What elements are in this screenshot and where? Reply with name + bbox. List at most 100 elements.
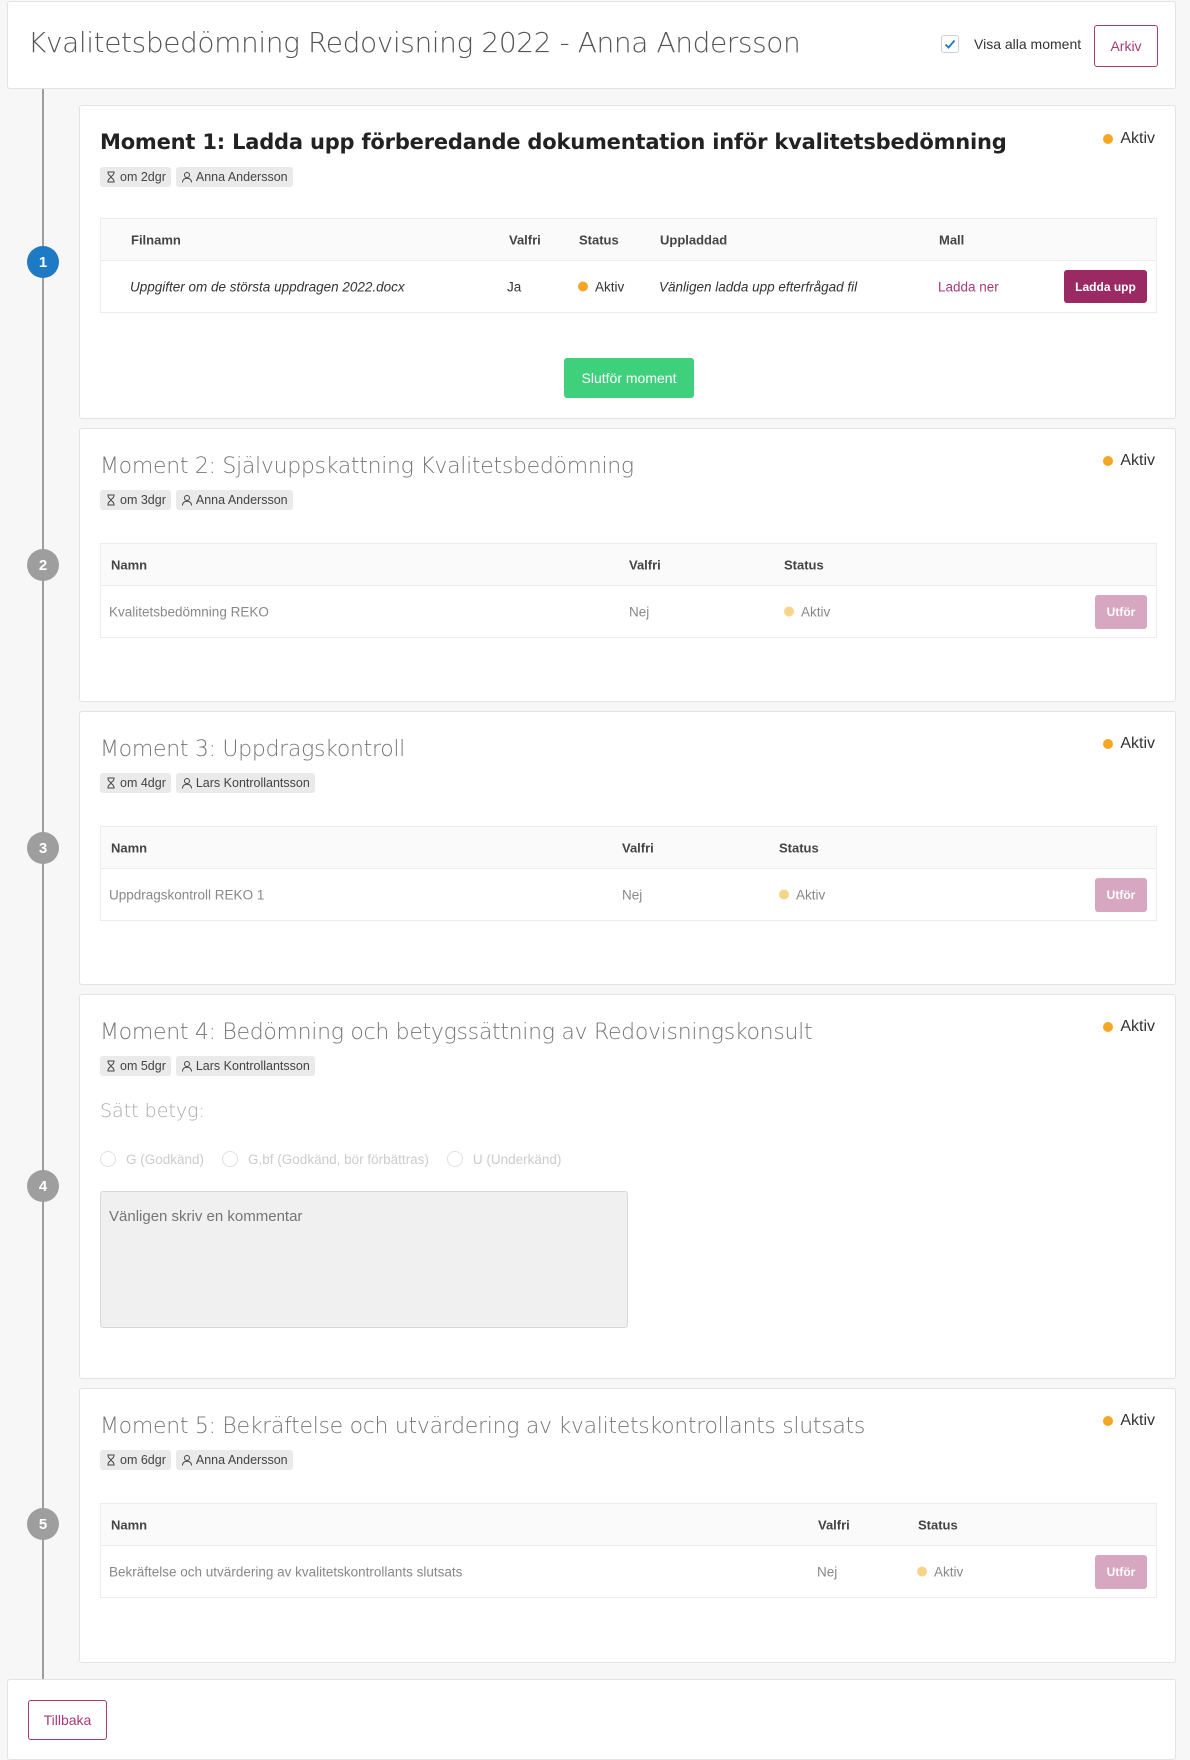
download-template-link[interactable]: Ladda ner bbox=[938, 279, 999, 294]
col-optional: Valfri bbox=[509, 232, 541, 247]
page-title: Kvalitetsbedömning Redovisning 2022 - An… bbox=[28, 26, 801, 59]
show-all-toggle[interactable]: Visa alla moment bbox=[941, 35, 1081, 53]
comment-textarea[interactable] bbox=[100, 1191, 628, 1328]
user-icon bbox=[181, 495, 192, 506]
status-dot-icon bbox=[917, 1566, 927, 1577]
moment-5-status: Aktiv bbox=[1103, 1412, 1155, 1430]
task-optional: Nej bbox=[629, 604, 650, 619]
grade-option-u[interactable]: U (Underkänd) bbox=[446, 1151, 562, 1167]
checkmark-icon bbox=[944, 39, 956, 49]
table-row: Uppdragskontroll REKO 1 Nej Aktiv Utför bbox=[101, 869, 1156, 920]
moment-3-meta: om 4dgr Lars Kontrollantsson bbox=[100, 773, 315, 793]
hourglass-icon bbox=[107, 777, 115, 789]
moment-1-card: Moment 1: Ladda upp förberedande dokumen… bbox=[79, 105, 1176, 419]
col-optional: Valfri bbox=[818, 1517, 850, 1532]
moment-2-status-label: Aktiv bbox=[1120, 452, 1155, 469]
due-text: om 2dgr bbox=[120, 170, 166, 184]
grade-label: Sätt betyg: bbox=[100, 1100, 205, 1122]
grade-option-label: U (Underkänd) bbox=[472, 1151, 562, 1167]
moment-3-status-label: Aktiv bbox=[1120, 735, 1155, 752]
table-header: Namn Valfri Status bbox=[101, 544, 1156, 586]
status-dot-icon bbox=[1103, 134, 1114, 144]
status-dot-icon bbox=[784, 606, 794, 617]
due-text: om 5dgr bbox=[120, 1059, 166, 1073]
due-text: om 3dgr bbox=[120, 493, 166, 507]
col-optional: Valfri bbox=[622, 840, 654, 855]
hourglass-icon bbox=[107, 1060, 115, 1072]
step-2-indicator: 2 bbox=[27, 549, 59, 581]
grade-radio[interactable] bbox=[222, 1151, 239, 1167]
table-header: Namn Valfri Status bbox=[101, 827, 1156, 869]
step-3-indicator: 3 bbox=[27, 832, 59, 864]
moment-1-status: Aktiv bbox=[1103, 130, 1155, 148]
moment-3-status: Aktiv bbox=[1103, 735, 1155, 753]
col-name: Namn bbox=[111, 840, 148, 855]
user-icon bbox=[181, 172, 192, 183]
moment-4-status: Aktiv bbox=[1103, 1018, 1155, 1036]
perform-button[interactable]: Utför bbox=[1095, 1555, 1147, 1589]
due-chip: om 6dgr bbox=[100, 1450, 171, 1470]
upload-button[interactable]: Ladda upp bbox=[1064, 270, 1147, 303]
user-icon bbox=[181, 778, 192, 789]
col-uploaded: Uppladdad bbox=[660, 232, 728, 247]
assignee-chip: Anna Andersson bbox=[175, 490, 293, 510]
col-filename: Filnamn bbox=[131, 232, 181, 247]
moment-1-title: Moment 1: Ladda upp förberedande dokumen… bbox=[100, 130, 1007, 154]
due-chip: om 5dgr bbox=[100, 1056, 171, 1076]
due-chip: om 4dgr bbox=[100, 773, 171, 793]
status-dot-icon bbox=[1103, 1416, 1114, 1426]
grade-radio[interactable] bbox=[446, 1151, 463, 1167]
user-icon bbox=[181, 1061, 192, 1072]
show-all-checkbox[interactable] bbox=[941, 35, 959, 53]
archive-button[interactable]: Arkiv bbox=[1094, 25, 1158, 67]
grade-options: G (Godkänd) G,bf (Godkänd, bör förbättra… bbox=[100, 1151, 561, 1167]
grade-option-label: G (Godkänd) bbox=[126, 1151, 205, 1167]
hourglass-icon bbox=[107, 1454, 115, 1466]
status-dot-icon bbox=[1103, 739, 1114, 749]
grade-radio[interactable] bbox=[100, 1151, 116, 1167]
table-header: Namn Valfri Status bbox=[101, 1504, 1156, 1546]
file-name: Uppgifter om de största uppdragen 2022.d… bbox=[130, 279, 405, 294]
complete-moment-button[interactable]: Slutför moment bbox=[564, 358, 694, 398]
moment-3-table: Namn Valfri Status Uppdragskontroll REKO… bbox=[100, 826, 1157, 921]
moment-4-status-label: Aktiv bbox=[1120, 1018, 1155, 1035]
col-name: Namn bbox=[111, 1517, 148, 1532]
moment-2-status: Aktiv bbox=[1103, 452, 1155, 470]
moment-5-table: Namn Valfri Status Bekräftelse och utvär… bbox=[100, 1503, 1157, 1598]
moment-1-status-label: Aktiv bbox=[1120, 130, 1155, 147]
show-all-label: Visa alla moment bbox=[974, 36, 1082, 52]
table-row: Uppgifter om de största uppdragen 2022.d… bbox=[101, 261, 1156, 312]
moment-1-meta: om 2dgr Anna Andersson bbox=[100, 167, 293, 187]
grade-option-g[interactable]: G (Godkänd) bbox=[100, 1151, 204, 1167]
moment-3-card: Moment 3: Uppdragskontroll Aktiv om 4dgr… bbox=[79, 711, 1176, 985]
due-text: om 4dgr bbox=[120, 776, 166, 790]
assignee-chip: Lars Kontrollantsson bbox=[175, 773, 315, 793]
back-button[interactable]: Tillbaka bbox=[28, 1700, 107, 1740]
assignee-name: Anna Andersson bbox=[195, 1453, 288, 1467]
col-name: Namn bbox=[111, 557, 148, 572]
grade-option-gbf[interactable]: G,bf (Godkänd, bör förbättras) bbox=[222, 1151, 429, 1167]
assignee-name: Anna Andersson bbox=[195, 493, 288, 507]
due-chip: om 3dgr bbox=[100, 490, 171, 510]
moment-5-meta: om 6dgr Anna Andersson bbox=[100, 1450, 293, 1470]
task-status: Aktiv bbox=[779, 887, 825, 902]
assignee-name: Anna Andersson bbox=[195, 170, 288, 184]
status-dot-icon bbox=[578, 281, 588, 292]
hourglass-icon bbox=[107, 494, 115, 506]
perform-button[interactable]: Utför bbox=[1095, 878, 1147, 912]
moment-2-table: Namn Valfri Status Kvalitetsbedömning RE… bbox=[100, 543, 1157, 638]
step-1-indicator: 1 bbox=[27, 246, 59, 278]
assignee-chip: Lars Kontrollantsson bbox=[175, 1056, 315, 1076]
status-dot-icon bbox=[1103, 1022, 1114, 1032]
status-dot-icon bbox=[1103, 456, 1114, 466]
moment-4-title: Moment 4: Bedömning och betygssättning a… bbox=[100, 1020, 813, 1045]
col-status: Status bbox=[579, 232, 619, 247]
moment-2-meta: om 3dgr Anna Andersson bbox=[100, 490, 293, 510]
grade-option-label: G,bf (Godkänd, bör förbättras) bbox=[248, 1151, 429, 1167]
perform-button[interactable]: Utför bbox=[1095, 595, 1147, 629]
step-4-indicator: 4 bbox=[27, 1170, 59, 1202]
moment-2-title: Moment 2: Självuppskattning Kvalitetsbed… bbox=[100, 454, 634, 479]
moment-5-status-label: Aktiv bbox=[1120, 1412, 1155, 1429]
table-row: Bekräftelse och utvärdering av kvalitets… bbox=[101, 1546, 1156, 1597]
col-status: Status bbox=[918, 1517, 958, 1532]
